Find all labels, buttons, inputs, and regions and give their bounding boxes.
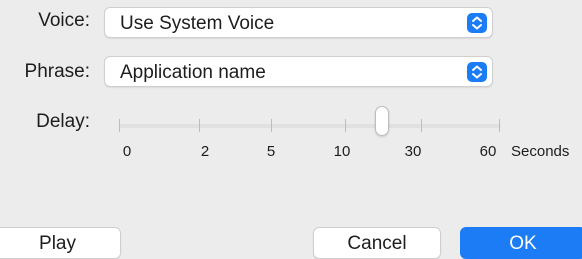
voice-popup-stepper-icon: [467, 13, 487, 33]
phrase-popup[interactable]: Application name: [104, 56, 493, 87]
delay-tick: [271, 119, 272, 132]
delay-slider-track[interactable]: [119, 124, 501, 128]
voice-label: Voice:: [38, 10, 90, 31]
phrase-popup-stepper-icon: [467, 62, 487, 82]
phrase-popup-value: Application name: [120, 62, 266, 83]
delay-tick: [499, 119, 500, 132]
delay-tick: [421, 119, 422, 132]
delay-tick-label: 2: [200, 143, 210, 160]
voice-popup-value: Use System Voice: [120, 13, 275, 34]
delay-tick-label: 10: [333, 143, 351, 160]
delay-tick-label: 0: [122, 143, 132, 160]
delay-tick-label: 60: [479, 143, 497, 160]
delay-units-label: Seconds: [511, 143, 570, 160]
phrase-label: Phrase:: [24, 61, 90, 82]
delay-tick-label: 5: [266, 143, 276, 160]
cancel-button[interactable]: Cancel: [313, 227, 441, 259]
ok-button[interactable]: OK: [460, 227, 582, 259]
play-button[interactable]: Play: [0, 227, 121, 259]
delay-tick-label: 30: [404, 143, 422, 160]
delay-tick: [199, 119, 200, 132]
delay-label: Delay:: [36, 111, 90, 132]
voice-popup[interactable]: Use System Voice: [104, 7, 493, 38]
delay-tick: [119, 119, 120, 132]
delay-slider-thumb[interactable]: [375, 106, 389, 136]
delay-tick: [345, 119, 346, 132]
